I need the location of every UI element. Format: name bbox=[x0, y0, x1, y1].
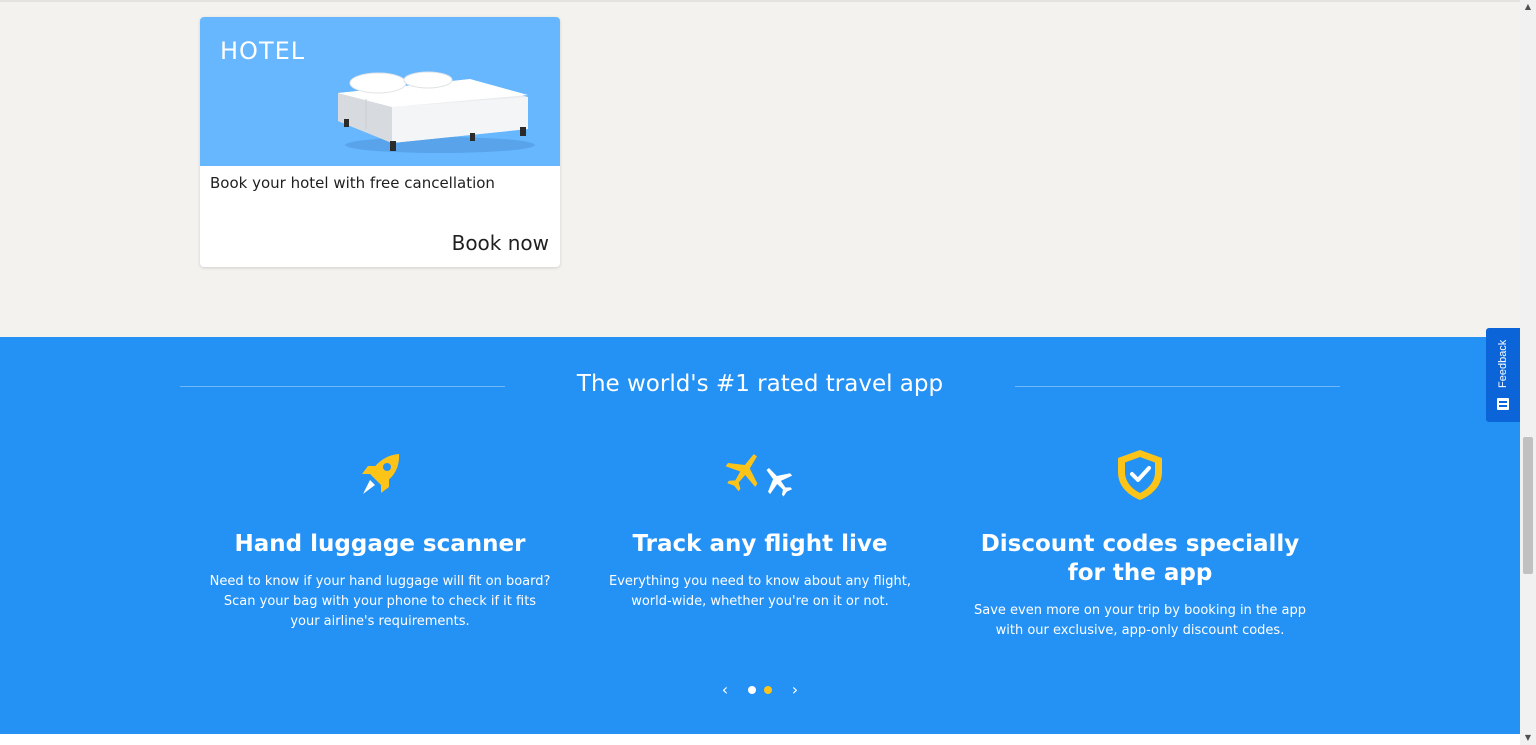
page: HOTEL Book your hotel with free cancella… bbox=[0, 0, 1536, 745]
feedback-tab[interactable]: Feedback bbox=[1486, 328, 1520, 422]
carousel-prev-button[interactable]: ‹ bbox=[718, 680, 732, 699]
divider bbox=[0, 0, 1520, 2]
feedback-label: Feedback bbox=[1497, 339, 1509, 389]
carousel-controls: ‹ › bbox=[0, 680, 1520, 699]
feature-flight-tracker: Track any flight live Everything you nee… bbox=[580, 445, 940, 612]
bed-image bbox=[338, 71, 535, 153]
scroll-thumb[interactable] bbox=[1523, 437, 1533, 574]
carousel-next-button[interactable]: › bbox=[788, 680, 802, 699]
scroll-up-icon[interactable]: ▲ bbox=[1520, 0, 1536, 14]
carousel-dot-1[interactable] bbox=[748, 685, 756, 694]
page-scrollbar[interactable]: ▲ ▼ bbox=[1520, 0, 1536, 745]
carousel-dot-2[interactable] bbox=[764, 685, 772, 694]
app-section: The world's #1 rated travel app Hand lug… bbox=[0, 337, 1520, 734]
rocket-icon bbox=[200, 445, 560, 505]
feature-description: Everything you need to know about any fl… bbox=[608, 574, 911, 609]
shield-check-icon bbox=[960, 445, 1320, 505]
book-now-link[interactable]: Book now bbox=[452, 231, 549, 255]
feature-title: Discount codes specially for the app bbox=[980, 531, 1300, 586]
feature-discount-codes: Discount codes specially for the app Sav… bbox=[960, 445, 1320, 641]
hotel-tag: HOTEL bbox=[220, 37, 306, 65]
feature-description: Save even more on your trip by booking i… bbox=[974, 603, 1306, 638]
hotel-image: HOTEL bbox=[200, 17, 560, 166]
feedback-icon bbox=[1497, 398, 1509, 410]
feature-hand-luggage: Hand luggage scanner Need to know if you… bbox=[200, 445, 560, 632]
scroll-down-icon[interactable]: ▼ bbox=[1520, 731, 1536, 745]
planes-icon bbox=[580, 445, 940, 505]
feature-title: Track any flight live bbox=[632, 531, 888, 557]
promo-section: HOTEL Book your hotel with free cancella… bbox=[0, 0, 1520, 337]
carousel-dots bbox=[748, 685, 772, 694]
hotel-card[interactable]: HOTEL Book your hotel with free cancella… bbox=[200, 17, 560, 267]
section-title: The world's #1 rated travel app bbox=[576, 371, 944, 397]
feature-title: Hand luggage scanner bbox=[234, 531, 526, 557]
page-footer-edge bbox=[0, 734, 1520, 745]
hotel-card-text: Book your hotel with free cancellation bbox=[210, 174, 495, 192]
feature-description: Need to know if your hand luggage will f… bbox=[209, 574, 551, 629]
